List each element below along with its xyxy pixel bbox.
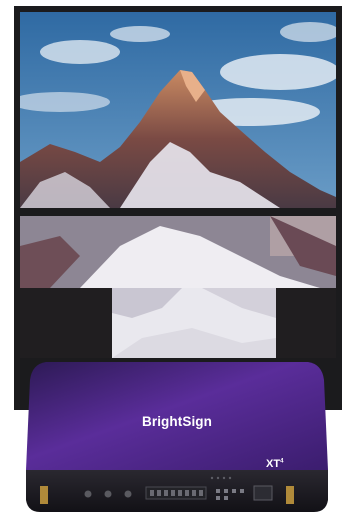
mountain-image-middle [20,216,336,288]
brightsign-player: BrightSign XT4 [26,362,328,512]
ethernet-port-icon [253,485,273,501]
mountain-image-top [20,12,336,208]
display-panel-bottom-right [276,288,336,358]
display-panel-middle [20,216,336,288]
brightsign-logo: BrightSign [142,414,212,429]
model-label: XT4 [266,458,284,470]
antenna-connector-icon [40,486,48,504]
display-panel-bottom-center [112,288,276,358]
bezel-divider [14,208,342,216]
power-led-icon [84,490,92,498]
mountain-image-bottom [112,288,276,358]
video-wall [14,6,342,410]
display-panel-top [20,12,336,208]
display-panel-bottom-left [20,288,112,358]
player-body [26,362,328,512]
